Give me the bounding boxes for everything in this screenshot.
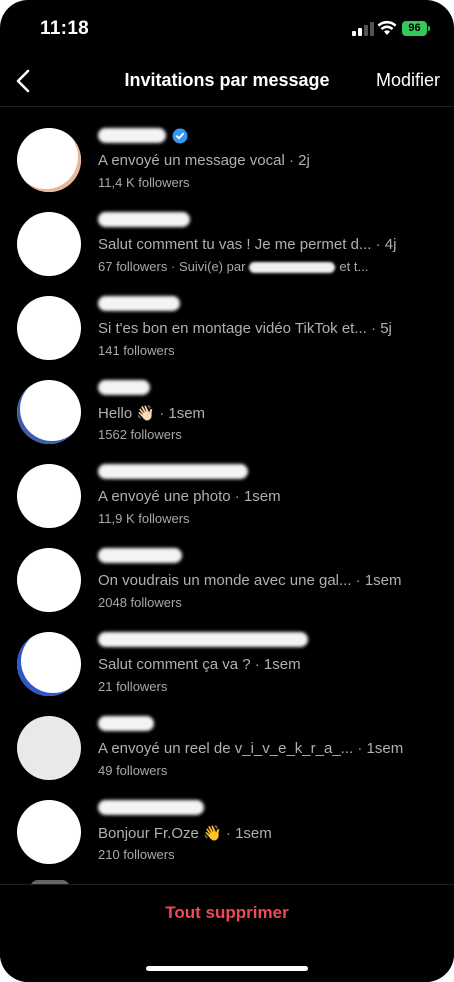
verified-badge-icon — [172, 128, 188, 144]
message-preview: Bonjour Fr.Oze 👋 · 1sem — [98, 825, 272, 842]
phone-screen: 11:18 96 Invitations par message Modifie… — [0, 0, 454, 982]
avatar — [17, 128, 81, 192]
follower-count: 11,9 K followers — [98, 511, 190, 526]
username-redacted — [98, 128, 166, 143]
username-redacted — [98, 212, 190, 227]
message-preview: A envoyé une photo · 1sem — [98, 488, 281, 505]
username-redacted — [98, 548, 182, 563]
avatar — [17, 464, 81, 528]
list-item[interactable]: Si t'es bon en montage vidéo TikTok et..… — [0, 286, 454, 366]
follower-count: 1562 followers — [98, 427, 182, 442]
follower-count: 11,4 K followers — [98, 175, 190, 190]
message-preview: A envoyé un message vocal · 2j — [98, 152, 310, 169]
username-redacted — [98, 632, 308, 647]
username-redacted — [98, 716, 154, 731]
username-redacted — [98, 800, 204, 815]
avatar — [17, 380, 81, 444]
avatar — [17, 212, 81, 276]
follower-count: 21 followers — [98, 679, 168, 694]
list-item[interactable]: On voudrais un monde avec une gal... · 1… — [0, 538, 454, 618]
username-redacted — [98, 380, 150, 395]
username-redacted — [98, 296, 180, 311]
message-preview: Salut comment tu vas ! Je me permet d...… — [98, 236, 397, 253]
avatar — [17, 716, 81, 780]
status-time: 11:18 — [40, 18, 90, 39]
navigation-bar: Invitations par message Modifier — [0, 56, 454, 107]
battery-tip — [428, 26, 430, 31]
edit-button[interactable]: Modifier — [376, 70, 440, 91]
status-bar: 11:18 96 — [0, 0, 454, 56]
follower-info: 67 followers · Suivi(e) par et t... — [98, 259, 369, 274]
avatar — [17, 548, 81, 612]
avatar — [17, 800, 81, 864]
mutual-redacted — [249, 262, 336, 274]
message-preview: Si t'es bon en montage vidéo TikTok et..… — [98, 320, 392, 337]
follower-count: 210 followers — [98, 847, 175, 862]
message-preview: On voudrais un monde avec une gal... · 1… — [98, 572, 402, 589]
follower-count: 141 followers — [98, 343, 175, 358]
list-item[interactable]: Hello 👋🏻 · 1sem 1562 followers — [0, 370, 454, 450]
signal-icon — [352, 22, 374, 36]
message-preview: Salut comment ça va ? · 1sem — [98, 656, 301, 673]
list-item[interactable]: A envoyé un message vocal · 2j 11,4 K fo… — [0, 118, 454, 198]
home-indicator[interactable] — [146, 966, 308, 971]
avatar — [17, 632, 81, 696]
delete-all-button[interactable]: Tout supprimer — [0, 903, 454, 923]
message-preview: Hello 👋🏻 · 1sem — [98, 405, 206, 422]
list-item[interactable]: Salut comment tu vas ! Je me permet d...… — [0, 202, 454, 282]
list-item[interactable]: A envoyé une photo · 1sem 11,9 K followe… — [0, 454, 454, 534]
follower-count: 49 followers — [98, 763, 168, 778]
message-preview: A envoyé un reel de v_i_v_e_k_r_a_... · … — [98, 740, 404, 757]
follower-count: 2048 followers — [98, 595, 182, 610]
wifi-icon — [377, 20, 397, 35]
battery-icon: 96 — [402, 21, 427, 36]
list-item[interactable]: Salut comment ça va ? · 1sem 21 follower… — [0, 622, 454, 702]
list-item[interactable]: A envoyé un reel de v_i_v_e_k_r_a_... · … — [0, 706, 454, 786]
list-item[interactable]: Bonjour Fr.Oze 👋 · 1sem 210 followers — [0, 790, 454, 870]
username-redacted — [98, 464, 248, 479]
avatar — [17, 296, 81, 360]
